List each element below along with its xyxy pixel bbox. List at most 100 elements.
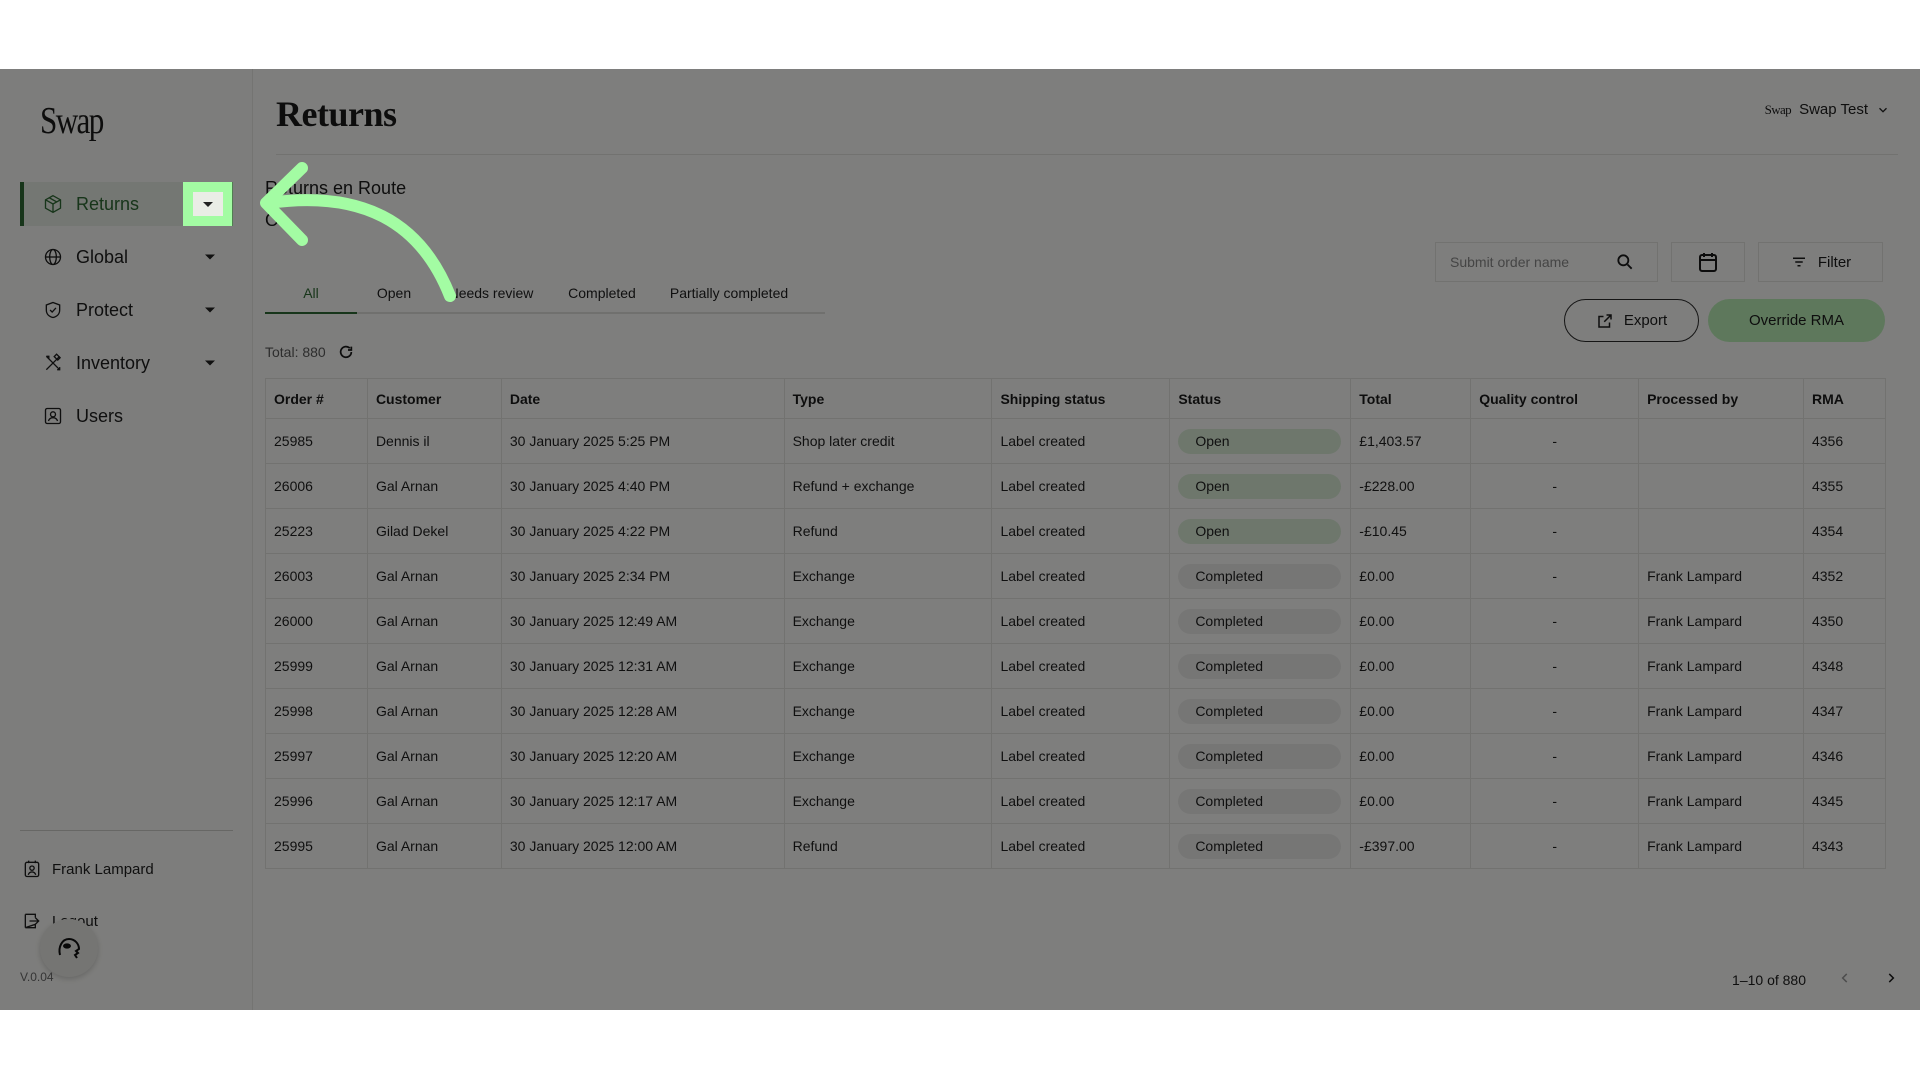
- tab-completed[interactable]: Completed: [551, 274, 653, 312]
- order-number: 25997: [265, 733, 368, 779]
- section-subtitle: O: [265, 210, 280, 230]
- caret-down-icon[interactable]: [205, 360, 215, 366]
- table-row[interactable]: 25985 Dennis il 30 January 2025 5:25 PM Sho…: [265, 418, 1887, 464]
- search-icon[interactable]: [1615, 252, 1635, 277]
- return-type: Refund + exchange: [783, 463, 993, 509]
- tab-open[interactable]: Open: [357, 274, 431, 312]
- current-user[interactable]: Frank Lampard: [22, 859, 154, 879]
- column-header: Quality control: [1470, 378, 1640, 419]
- export-label: Export: [1623, 312, 1668, 329]
- order-search-input[interactable]: [1450, 254, 1600, 270]
- order-total: £0.00: [1350, 688, 1472, 734]
- return-type: Exchange: [783, 553, 993, 599]
- status-badge: Open: [1178, 473, 1342, 499]
- filter-icon: [1792, 257, 1805, 267]
- order-number: 26003: [265, 553, 368, 599]
- table-row[interactable]: 25998 Gal Arnan 30 January 2025 12:28 AM Ex…: [265, 688, 1887, 734]
- date-picker-button[interactable]: [1671, 242, 1745, 282]
- shipping-status: Label created: [991, 778, 1171, 824]
- rma-number: 4346: [1802, 733, 1887, 779]
- column-header: Processed by: [1638, 378, 1804, 419]
- table-row[interactable]: 26006 Gal Arnan 30 January 2025 4:40 PM Ref…: [265, 463, 1887, 509]
- shield-check-icon: [42, 299, 64, 321]
- column-header: Order #: [265, 378, 368, 419]
- quality-control: -: [1470, 598, 1640, 644]
- status-badge: Open: [1178, 428, 1342, 454]
- order-total: -£10.45: [1350, 508, 1472, 554]
- tab-all[interactable]: All: [265, 274, 357, 314]
- rma-number: 4347: [1802, 688, 1887, 734]
- table-row[interactable]: 25223 Gilad Dekel 30 January 2025 4:22 PM R…: [265, 508, 1887, 554]
- table-row[interactable]: 25999 Gal Arnan 30 January 2025 12:31 AM Ex…: [265, 643, 1887, 689]
- app-window: Swap Returns Global Protect Inventory Us…: [0, 69, 1920, 1010]
- return-type: Exchange: [783, 688, 993, 734]
- help-assistant-button[interactable]: [40, 919, 98, 977]
- order-date: 30 January 2025 12:28 AM: [500, 688, 785, 734]
- table-row[interactable]: 26003 Gal Arnan 30 January 2025 2:34 PM Exc…: [265, 553, 1887, 599]
- order-number: 25995: [265, 823, 368, 869]
- calendar-icon: [1699, 253, 1717, 272]
- order-number: 26000: [265, 598, 368, 644]
- order-date: 30 January 2025 12:49 AM: [500, 598, 785, 644]
- rma-number: 4352: [1802, 553, 1887, 599]
- status-badge: Completed: [1178, 563, 1342, 589]
- page-title: Returns: [276, 94, 397, 134]
- processed-by: Frank Lampard: [1638, 553, 1804, 599]
- processed-by: [1638, 463, 1804, 509]
- rma-number: 4348: [1802, 643, 1887, 689]
- sidebar-item-global[interactable]: Global: [20, 235, 233, 279]
- prev-page-button[interactable]: [1838, 969, 1852, 990]
- processed-by: Frank Lampard: [1638, 733, 1804, 779]
- status-badge: Completed: [1178, 788, 1342, 814]
- order-search: [1435, 242, 1658, 282]
- order-total: £0.00: [1350, 643, 1472, 689]
- refresh-icon[interactable]: [338, 344, 354, 360]
- order-total: £0.00: [1350, 598, 1472, 644]
- status-cell: Completed: [1169, 598, 1352, 644]
- sidebar-item-users[interactable]: Users: [20, 394, 233, 438]
- return-type: Refund: [783, 508, 993, 554]
- account-logo: Swap: [1764, 101, 1792, 117]
- return-type: Exchange: [783, 598, 993, 644]
- customer-name: Gal Arnan: [366, 823, 502, 869]
- status-cell: Completed: [1169, 643, 1352, 689]
- status-cell: Open: [1169, 463, 1352, 509]
- order-date: 30 January 2025 12:17 AM: [500, 778, 785, 824]
- caret-down-icon[interactable]: [205, 307, 215, 313]
- shipping-status: Label created: [991, 598, 1171, 644]
- tab-needs-review[interactable]: Needs review: [431, 274, 551, 312]
- order-date: 30 January 2025 5:25 PM: [500, 418, 785, 464]
- sidebar-item-label: Global: [76, 246, 129, 267]
- status-cell: Completed: [1169, 733, 1352, 779]
- account-switcher[interactable]: Swap Swap Test: [1765, 101, 1890, 118]
- status-cell: Completed: [1169, 688, 1352, 734]
- shipping-status: Label created: [991, 463, 1171, 509]
- order-total: £0.00: [1350, 778, 1472, 824]
- highlighted-returns-expand-toggle[interactable]: [183, 182, 232, 226]
- processed-by: Frank Lampard: [1638, 688, 1804, 734]
- filter-label: Filter: [1817, 253, 1852, 271]
- sidebar-item-protect[interactable]: Protect: [20, 288, 233, 332]
- processed-by: Frank Lampard: [1638, 823, 1804, 869]
- shipping-status: Label created: [991, 553, 1171, 599]
- table-row[interactable]: 25996 Gal Arnan 30 January 2025 12:17 AM Ex…: [265, 778, 1887, 824]
- tab-partially-completed[interactable]: Partially completed: [653, 274, 805, 312]
- next-page-button[interactable]: [1884, 969, 1898, 990]
- order-date: 30 January 2025 12:31 AM: [500, 643, 785, 689]
- customer-name: Gal Arnan: [366, 598, 502, 644]
- shipping-status: Label created: [991, 643, 1171, 689]
- filter-button[interactable]: Filter: [1758, 242, 1883, 282]
- rma-number: 4356: [1802, 418, 1887, 464]
- shipping-status: Label created: [991, 688, 1171, 734]
- override-rma-button[interactable]: Override RMA: [1708, 299, 1885, 342]
- sidebar-item-inventory[interactable]: Inventory: [20, 341, 233, 385]
- account-name: Swap Test: [1799, 101, 1868, 118]
- status-cell: Open: [1169, 508, 1352, 554]
- sidebar-item-label: Returns: [76, 193, 140, 214]
- table-row[interactable]: 26000 Gal Arnan 30 January 2025 12:49 AM Ex…: [265, 598, 1887, 644]
- table-row[interactable]: 25997 Gal Arnan 30 January 2025 12:20 AM Ex…: [265, 733, 1887, 779]
- return-type: Exchange: [783, 733, 993, 779]
- caret-down-icon[interactable]: [205, 254, 215, 260]
- export-button[interactable]: Export: [1564, 299, 1699, 342]
- table-row[interactable]: 25995 Gal Arnan 30 January 2025 12:00 AM Re…: [265, 823, 1887, 869]
